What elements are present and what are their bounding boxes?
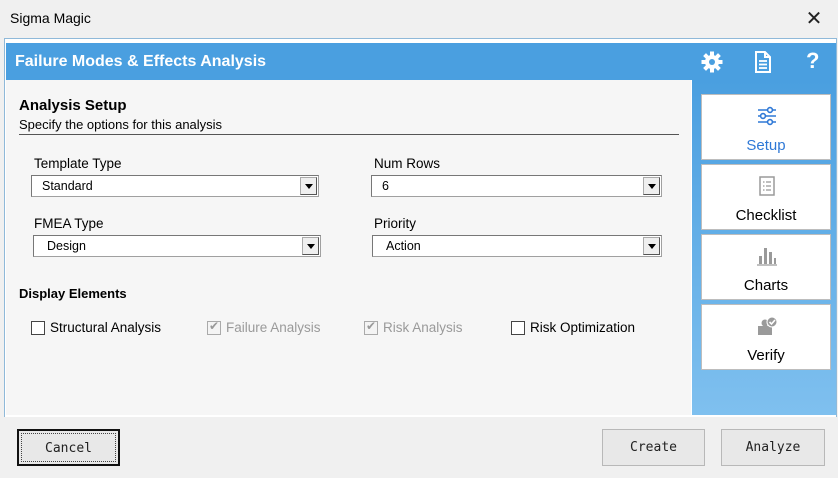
page-title: Failure Modes & Effects Analysis [15,53,267,70]
sliders-icon [758,106,776,126]
analyze-button-label: Analyze [745,440,801,455]
fmea-type-label: FMEA Type [34,216,104,231]
checkbox-box: ✔ [364,319,378,335]
checkbox-box[interactable] [31,321,45,335]
nav-label: Checklist [735,207,797,224]
window-titlebar: Sigma Magic ✕ [0,0,838,38]
priority-label: Priority [374,216,417,231]
document-icon[interactable] [751,50,775,74]
analyze-button[interactable]: Analyze [721,429,825,466]
gear-icon[interactable] [700,50,724,74]
create-button-label: Create [630,440,677,455]
window-title: Sigma Magic [10,10,91,26]
nav-label: Charts [743,277,789,294]
chevron-down-icon[interactable] [302,237,319,255]
checkbox-box: ✔ [207,319,221,335]
fmea-type-select[interactable]: Design [33,235,321,257]
num-rows-select[interactable]: 6 [371,175,662,197]
section-title: Analysis Setup [19,97,127,114]
check-icon: ✔ [209,319,220,333]
focus-ring [21,433,116,462]
help-icon[interactable]: ? [806,48,830,73]
chevron-down-icon[interactable] [643,177,660,195]
check-icon: ✔ [366,319,377,333]
nav-label: Setup [746,137,786,154]
template-type-label: Template Type [34,156,122,171]
nav-verify-button[interactable]: Verify [701,304,831,370]
cancel-button[interactable]: Cancel [17,429,120,466]
chevron-down-icon[interactable] [300,177,317,195]
nav-label: Verify [747,347,785,364]
header-bar: Failure Modes & Effects Analysis ? [6,43,836,80]
checkbox-box[interactable] [511,321,525,335]
priority-value: Action [386,239,421,253]
checkbox-label: Structural Analysis [50,320,162,335]
chevron-down-icon[interactable] [643,237,660,255]
section-divider [19,134,679,135]
display-elements-title: Display Elements [19,286,127,301]
priority-select[interactable]: Action [372,235,662,257]
checkbox-label: Failure Analysis [226,320,321,335]
nav-charts-button[interactable]: Charts [701,234,831,300]
bar-chart-icon [757,248,777,266]
num-rows-label: Num Rows [374,156,441,171]
checkbox-label: Risk Analysis [383,320,463,335]
template-type-select[interactable]: Standard [31,175,319,197]
fmea-type-value: Design [47,239,86,253]
close-icon[interactable]: ✕ [804,7,824,29]
nav-checklist-button[interactable]: Checklist [701,164,831,230]
verify-icon [758,316,778,335]
create-button[interactable]: Create [602,429,705,466]
checkbox-label: Risk Optimization [530,320,636,335]
checklist-icon [759,176,775,196]
nav-setup-button[interactable]: Setup [701,94,831,160]
dialog-footer [0,417,838,478]
section-subtitle: Specify the options for this analysis [19,117,223,132]
num-rows-value: 6 [382,179,389,193]
template-type-value: Standard [42,179,93,193]
